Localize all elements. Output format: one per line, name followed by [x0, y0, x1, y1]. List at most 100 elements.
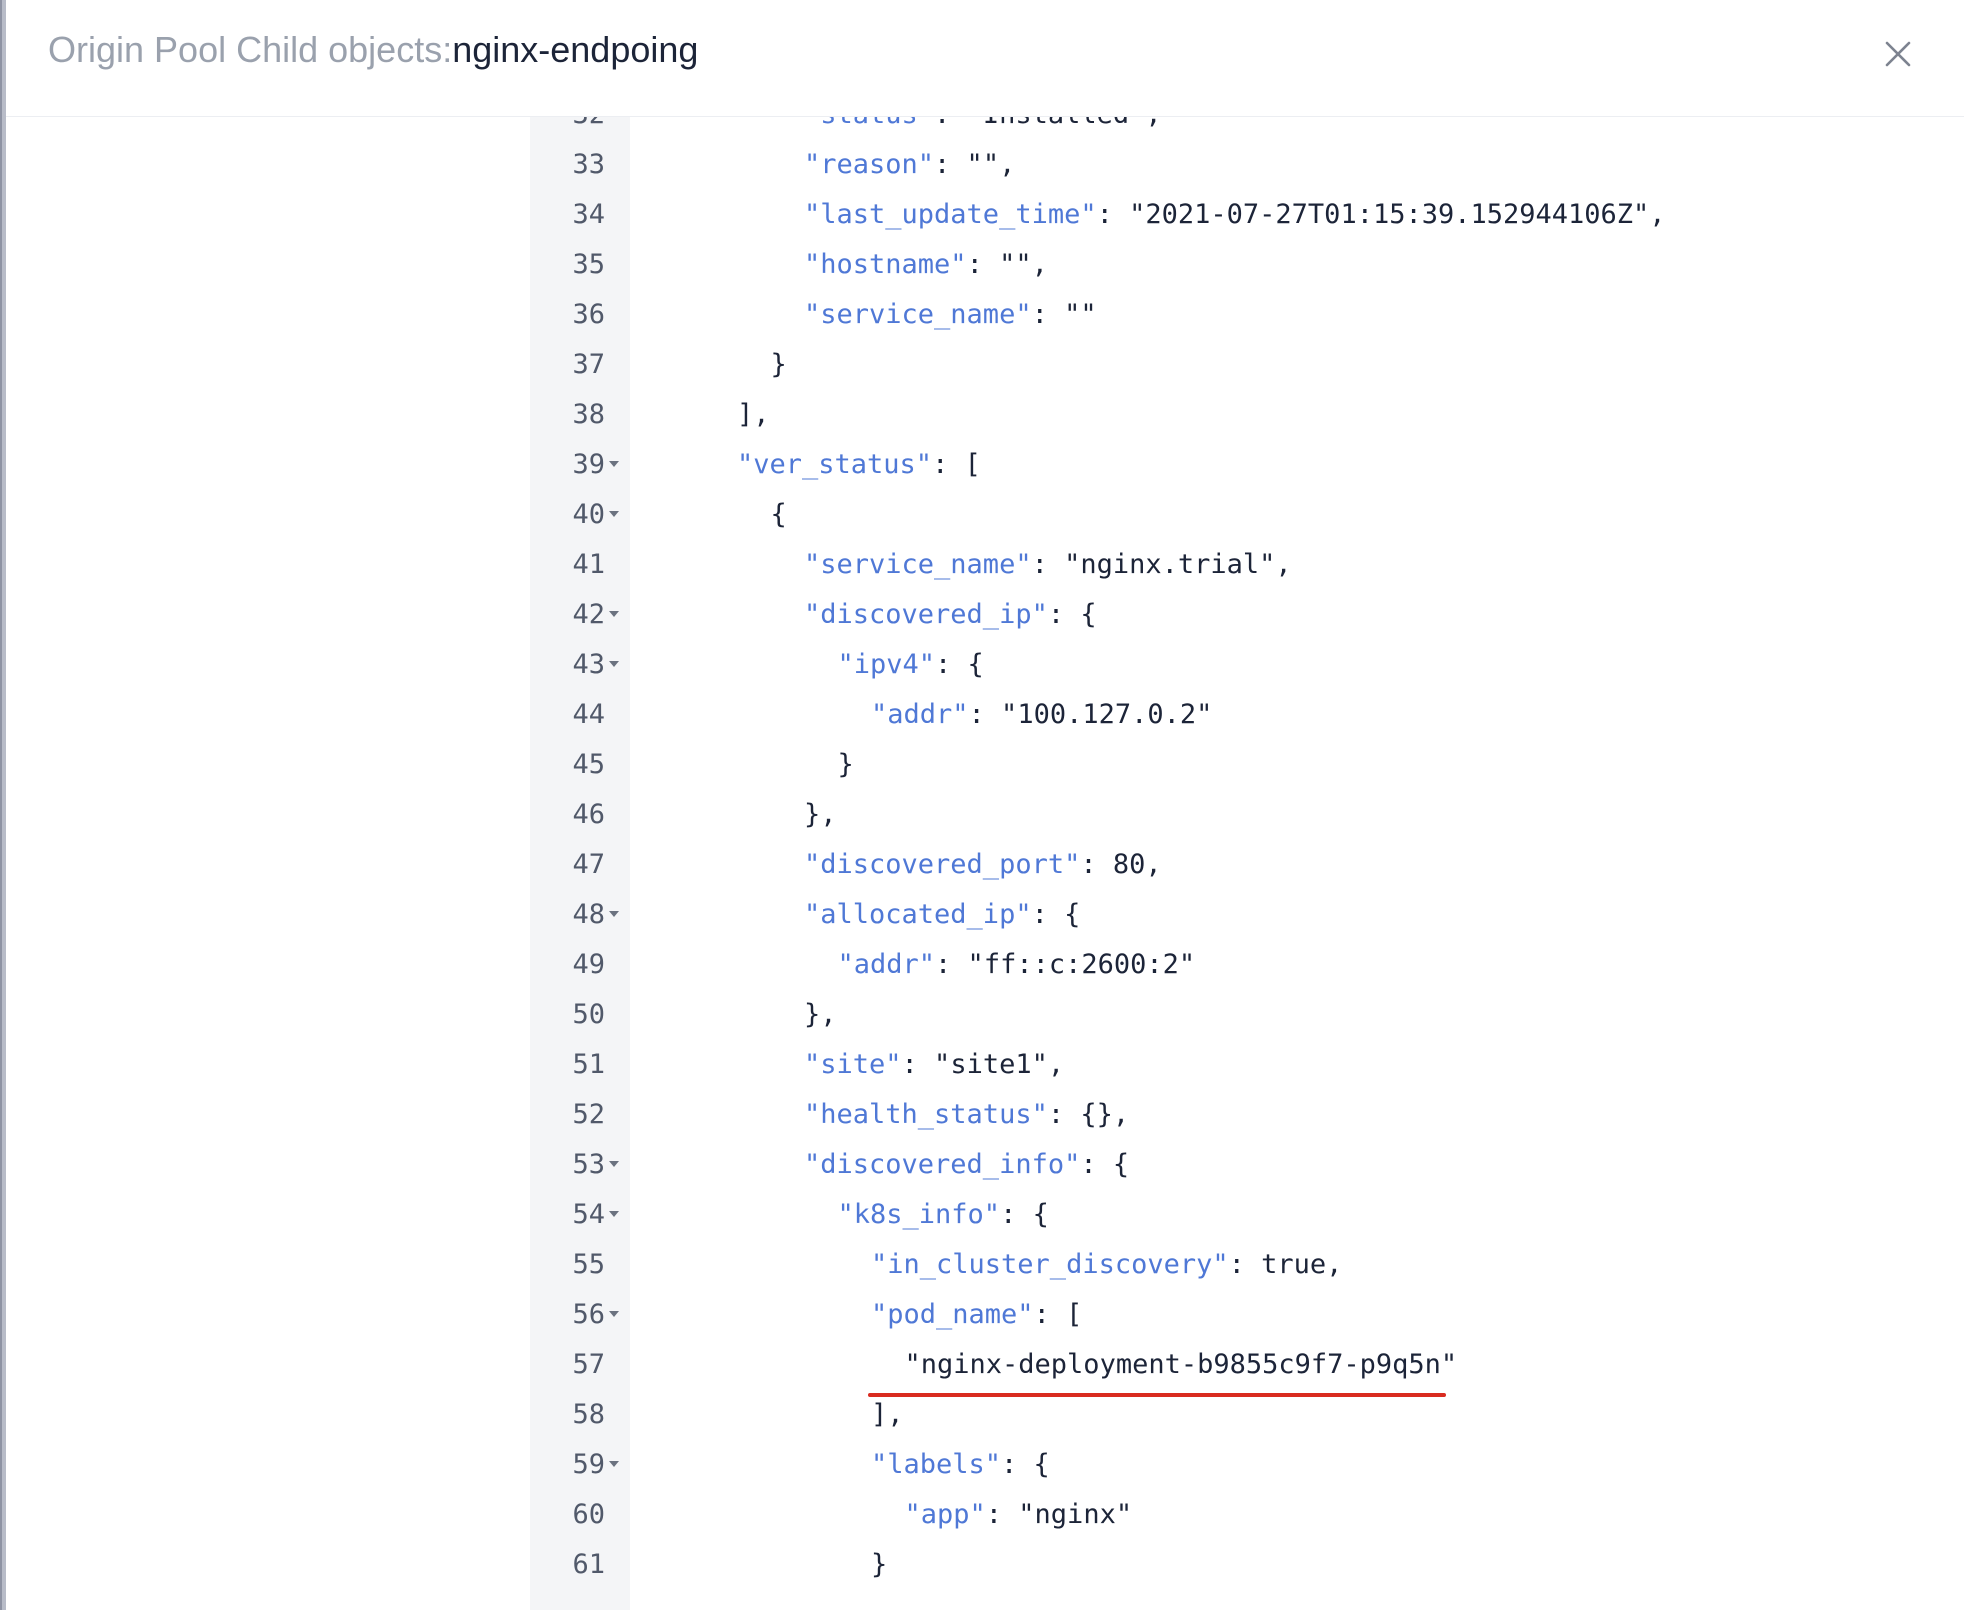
code-line: 33 "reason": "",: [530, 140, 1964, 190]
code-line: 48 "allocated_ip": {: [530, 890, 1964, 940]
line-number: 57: [572, 1349, 605, 1380]
line-number: 47: [572, 849, 605, 880]
line-number: 38: [572, 399, 605, 430]
json-value: }: [770, 349, 787, 380]
fold-toggle-icon[interactable]: [609, 1161, 619, 1167]
json-value: }: [871, 1549, 888, 1580]
fold-toggle-icon[interactable]: [609, 611, 619, 617]
json-key: "status": [804, 117, 934, 130]
modal-header: Origin Pool Child objects:nginx-endpoing: [6, 0, 1964, 117]
code-line: 34 "last_update_time": "2021-07-27T01:15:…: [530, 190, 1964, 240]
child-objects-modal: Origin Pool Child objects:nginx-endpoing…: [0, 0, 1964, 1610]
json-value: {: [770, 499, 787, 530]
json-value: : "nginx": [985, 1499, 1133, 1530]
code-text: "service_name": "nginx.trial",: [804, 540, 1292, 590]
code-text: "discovered_port": 80,: [804, 840, 1162, 890]
code-text: "addr": "100.127.0.2": [871, 690, 1212, 740]
json-key: "ipv4": [837, 649, 936, 680]
code-text: ],: [871, 1390, 904, 1440]
code-line: 43 "ipv4": {: [530, 640, 1964, 690]
json-value: : 80,: [1080, 849, 1162, 880]
code-line: 60 "app": "nginx": [530, 1490, 1964, 1540]
json-key: "addr": [871, 699, 969, 730]
code-text: "last_update_time": "2021-07-27T01:15:39…: [804, 190, 1666, 240]
json-value: : {: [1001, 1449, 1050, 1480]
json-value: : {: [1000, 1199, 1049, 1230]
json-value: : "ff::c:2600:2": [935, 949, 1196, 980]
json-value: : "site1",: [901, 1049, 1065, 1080]
fold-toggle-icon[interactable]: [609, 911, 619, 917]
code-text: "labels": {: [871, 1440, 1050, 1490]
json-value: : "",: [966, 249, 1048, 280]
json-key: "service_name": [804, 299, 1032, 330]
json-value: : {: [1080, 1149, 1130, 1180]
fold-toggle-icon[interactable]: [609, 661, 619, 667]
modal-title-prefix: Origin Pool Child objects:: [48, 29, 453, 70]
line-number: 43: [572, 649, 605, 680]
code-line: 41 "service_name": "nginx.trial",: [530, 540, 1964, 590]
code-line: 39 "ver_status": [: [530, 440, 1964, 490]
line-number: 54: [572, 1199, 605, 1230]
fold-toggle-icon[interactable]: [609, 1211, 619, 1217]
code-line: 50},: [530, 990, 1964, 1040]
line-number: 58: [572, 1399, 605, 1430]
code-line: 37}: [530, 340, 1964, 390]
line-number: 39: [572, 449, 605, 480]
code-line: 58],: [530, 1390, 1964, 1440]
json-value: : {},: [1047, 1099, 1130, 1130]
json-key: "discovered_info": [804, 1149, 1081, 1180]
line-number: 50: [572, 999, 605, 1030]
code-text: "site": "site1",: [804, 1040, 1064, 1090]
line-number: 40: [572, 499, 605, 530]
line-number: 45: [572, 749, 605, 780]
code-text: {: [771, 490, 787, 540]
line-number: 35: [572, 249, 605, 280]
line-number: 41: [572, 549, 605, 580]
close-button[interactable]: [1878, 34, 1918, 74]
code-text: "reason": "",: [804, 140, 1015, 190]
line-number: 61: [572, 1549, 605, 1580]
code-text: "service_name": "": [804, 290, 1097, 340]
json-key: "pod_name": [871, 1299, 1034, 1330]
json-key: "discovered_port": [804, 849, 1081, 880]
code-line: 38],: [530, 390, 1964, 440]
json-code-editor[interactable]: 32"status": "Installed",33"reason": "",3…: [530, 117, 1964, 1610]
code-text: "addr": "ff::c:2600:2": [838, 940, 1196, 990]
code-line: 46},: [530, 790, 1964, 840]
line-number: 56: [572, 1299, 605, 1330]
code-line: 35 "hostname": "",: [530, 240, 1964, 290]
close-icon: [1885, 41, 1911, 67]
json-key: "addr": [837, 949, 936, 980]
line-number: 33: [572, 149, 605, 180]
line-number: 51: [572, 1049, 605, 1080]
code-line: 45}: [530, 740, 1964, 790]
code-line: 53 "discovered_info": {: [530, 1140, 1964, 1190]
line-number: 49: [572, 949, 605, 980]
json-value: },: [804, 999, 837, 1030]
code-text: "allocated_ip": {: [804, 890, 1080, 940]
code-line: 61}: [530, 1540, 1964, 1590]
code-line: 44 "addr": "100.127.0.2": [530, 690, 1964, 740]
code-text: ],: [737, 390, 770, 440]
json-value: : "Installed",: [934, 117, 1162, 130]
code-text: "k8s_info": {: [838, 1190, 1049, 1240]
fold-toggle-icon[interactable]: [609, 461, 619, 467]
line-number: 44: [572, 699, 605, 730]
json-value: : {: [1047, 599, 1097, 630]
code-text: }: [771, 340, 787, 390]
line-number: 52: [572, 1099, 605, 1130]
json-value: "nginx-deployment-b9855c9f7-p9q5n": [904, 1349, 1458, 1380]
code-line: 51 "site": "site1",: [530, 1040, 1964, 1090]
fold-toggle-icon[interactable]: [609, 1461, 619, 1467]
code-text: },: [804, 990, 837, 1040]
fold-toggle-icon[interactable]: [609, 511, 619, 517]
code-line: 40 {: [530, 490, 1964, 540]
json-key: "service_name": [804, 549, 1032, 580]
fold-toggle-icon[interactable]: [609, 1311, 619, 1317]
json-value: },: [804, 799, 837, 830]
code-text: "app": "nginx": [905, 1490, 1133, 1540]
pod-name-highlight-underline: [868, 1393, 1446, 1397]
json-value: ],: [737, 399, 770, 430]
code-line: 36 "service_name": "": [530, 290, 1964, 340]
json-key: "last_update_time": [804, 199, 1097, 230]
